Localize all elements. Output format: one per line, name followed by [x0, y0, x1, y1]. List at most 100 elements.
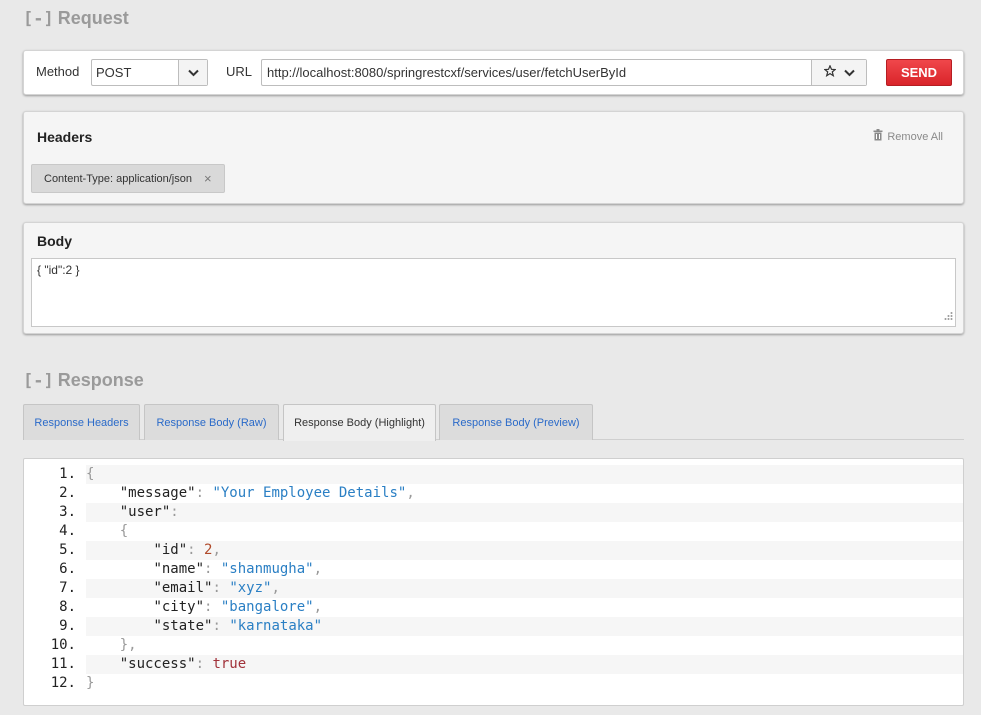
code-line: 11. "success": true [24, 655, 963, 674]
code-token: "Your Employee Details" [212, 485, 407, 501]
code-token: : [170, 504, 179, 520]
chevron-down-icon[interactable] [178, 60, 207, 85]
code-token: : [204, 561, 221, 577]
code-text: "city": "bangalore", [86, 598, 963, 617]
code-text: "state": "karnataka" [86, 617, 963, 636]
line-number: 2. [59, 485, 76, 501]
method-label: Method [36, 64, 80, 79]
remove-all-label[interactable]: Remove All [887, 131, 943, 143]
line-number: 6. [59, 561, 76, 577]
code-text: "name": "shanmugha", [86, 560, 963, 579]
line-number: 10. [50, 637, 76, 653]
resize-grip-icon[interactable] [943, 310, 953, 324]
code-text: { [86, 465, 963, 484]
headers-title: Headers [37, 129, 93, 145]
request-collapse-toggle[interactable]: [-] [23, 9, 54, 29]
code-text: "message": "Your Employee Details", [86, 484, 963, 503]
trash-icon [873, 129, 883, 144]
code-token: : [212, 580, 230, 596]
code-token: "user" [119, 504, 171, 520]
tab-response-body-raw[interactable]: Response Body (Raw) [144, 404, 279, 440]
code-token: { [119, 523, 129, 539]
send-button[interactable]: SEND [886, 59, 952, 86]
code-line: 1. { [24, 465, 963, 484]
code-text: "email": "xyz", [86, 579, 963, 598]
line-number: 5. [59, 542, 76, 558]
code-line: 2. "message": "Your Employee Details", [24, 484, 963, 503]
code-token: , [212, 542, 221, 558]
request-bar: Method POST URL http://localhost:8080/sp… [23, 50, 964, 95]
code-token: { [86, 466, 95, 482]
code-text: }, [86, 636, 963, 655]
response-section-title[interactable]: [-] Response [23, 370, 144, 391]
code-token: "shanmugha" [220, 561, 314, 577]
code-text: "success": true [86, 655, 963, 674]
line-number: 4. [59, 523, 76, 539]
code-token: , [406, 485, 415, 501]
star-icon[interactable] [822, 64, 837, 80]
code-line: 6. "name": "shanmugha", [24, 560, 963, 579]
code-line: 5. "id": 2, [24, 541, 963, 560]
code-line: 8. "city": "bangalore", [24, 598, 963, 617]
chevron-down-icon[interactable] [843, 65, 855, 80]
code-token: "success" [119, 656, 196, 672]
line-number: 11. [50, 656, 76, 672]
close-icon[interactable]: × [204, 171, 212, 186]
remove-all-button[interactable]: Remove All [873, 129, 943, 144]
request-title: Request [57, 8, 129, 28]
header-chip-label: Content-Type: application/json [44, 172, 192, 185]
code-line: 10. }, [24, 636, 963, 655]
method-select[interactable]: POST [91, 59, 208, 86]
response-tabs: Response Headers Response Body (Raw) Res… [23, 404, 964, 441]
response-collapse-toggle[interactable]: [-] [23, 371, 54, 391]
code-token: "id" [153, 542, 188, 558]
method-value[interactable]: POST [92, 60, 178, 85]
line-number: 9. [59, 618, 76, 634]
request-section-title[interactable]: [-] Request [23, 8, 129, 29]
body-value[interactable]: { "id":2 } [37, 263, 80, 277]
tab-response-headers[interactable]: Response Headers [23, 404, 140, 440]
url-label: URL [226, 64, 253, 79]
code-line: 9. "state": "karnataka" [24, 617, 963, 636]
url-value[interactable]: http://localhost:8080/springrestcxf/serv… [262, 60, 811, 85]
code-token: , [271, 580, 280, 596]
code-token: "name" [153, 561, 205, 577]
code-token: "karnataka" [229, 618, 323, 634]
code-line: 4. { [24, 522, 963, 541]
code-token: : [204, 599, 221, 615]
code-text: "id": 2, [86, 541, 963, 560]
code-token: : [212, 618, 230, 634]
tab-response-body-highlight[interactable]: Response Body (Highlight) [283, 404, 436, 441]
code-token: , [313, 599, 323, 615]
code-token: , [313, 561, 323, 577]
url-input[interactable]: http://localhost:8080/springrestcxf/serv… [261, 59, 867, 86]
response-code-viewer: 1. {2. "message": "Your Employee Details"… [23, 458, 964, 706]
headers-panel: Headers Remove All Content-Type: applica… [23, 111, 964, 204]
code-text: { [86, 522, 963, 541]
code-token: "xyz" [229, 580, 272, 596]
body-panel: Body { "id":2 } [23, 222, 964, 334]
tab-response-body-preview[interactable]: Response Body (Preview) [439, 404, 593, 440]
code-token: "email" [153, 580, 213, 596]
code-token: true [212, 656, 247, 672]
header-chip[interactable]: Content-Type: application/json × [31, 164, 225, 193]
code-token: : [195, 656, 213, 672]
code-text: "user": [86, 503, 963, 522]
code-line: 12.} [24, 674, 963, 693]
body-textarea[interactable]: { "id":2 } [31, 258, 956, 327]
code-token: }, [119, 637, 137, 653]
line-number: 8. [59, 599, 76, 615]
code-token: } [86, 675, 95, 691]
line-number: 12. [50, 675, 76, 691]
body-title: Body [37, 233, 72, 249]
response-title: Response [57, 370, 144, 390]
